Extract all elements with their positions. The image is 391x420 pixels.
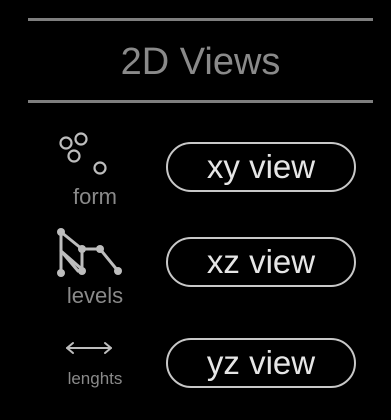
views-panel: 2D Views form xy view levels xz view len… — [0, 0, 391, 420]
hierarchy-icon — [57, 228, 122, 277]
levels-icon-group: levels — [40, 225, 150, 317]
double-arrow-icon — [66, 342, 112, 354]
form-icon-group: form — [40, 130, 150, 220]
yz-view-button[interactable]: yz view — [166, 338, 356, 388]
xz-view-button[interactable]: xz view — [166, 237, 356, 287]
xy-view-button[interactable]: xy view — [166, 142, 356, 192]
levels-label: levels — [66, 283, 124, 308]
lengths-label: lenghts — [67, 369, 123, 388]
lengths-icon-group: lenghts — [40, 330, 150, 410]
form-label: form — [73, 184, 117, 209]
title-divider — [28, 100, 373, 103]
view-row-xz: levels xz view — [0, 225, 391, 317]
panel-title: 2D Views — [120, 41, 281, 83]
view-row-yz: lenghts yz view — [0, 330, 391, 410]
circles-icon — [59, 132, 107, 175]
top-divider — [28, 18, 373, 21]
view-row-xy: form xy view — [0, 130, 391, 220]
